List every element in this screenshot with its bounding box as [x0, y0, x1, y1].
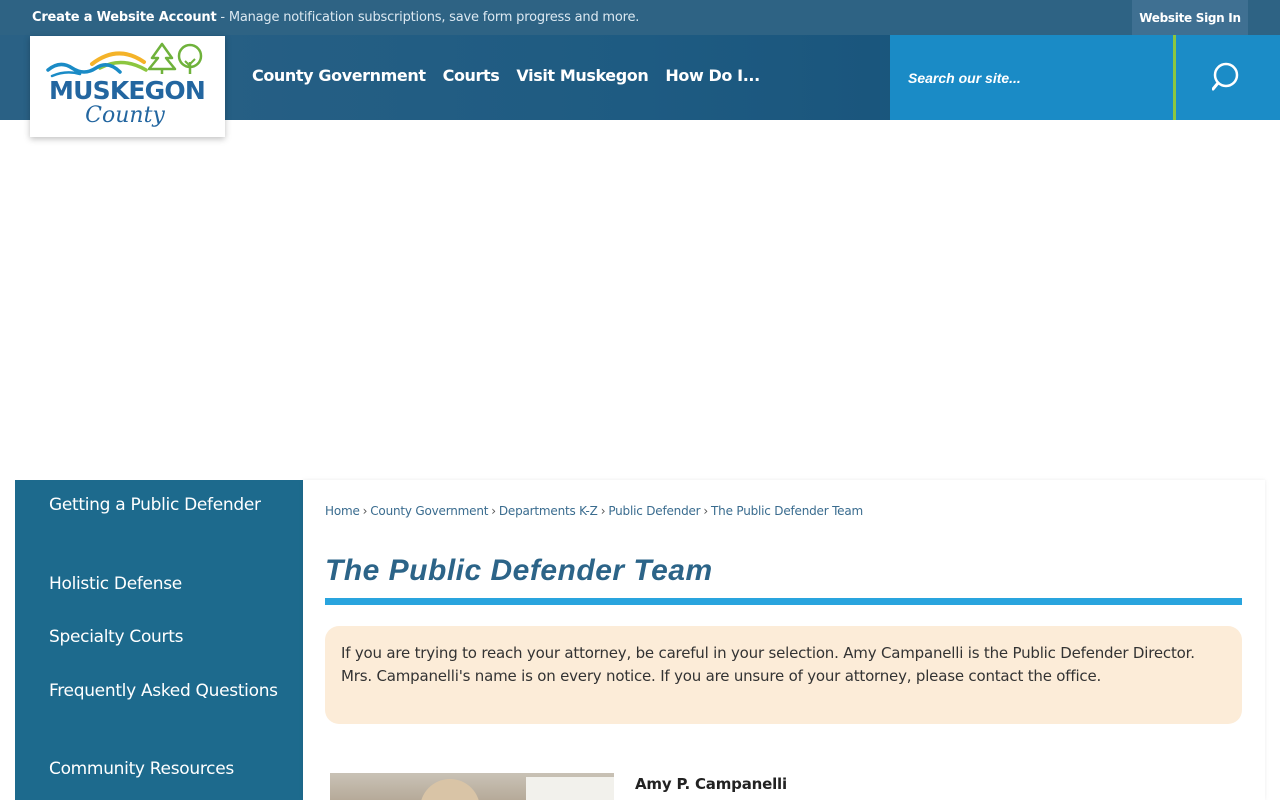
muskegon-county-logo[interactable]: MUSKEGON County	[30, 36, 225, 137]
logo-text-county: County	[85, 103, 165, 128]
account-bar: Create a Website Account - Manage notifi…	[0, 0, 1280, 35]
breadcrumb-separator: ›	[491, 504, 496, 518]
create-account-link[interactable]: Create a Website Account	[32, 10, 217, 25]
breadcrumb-separator: ›	[600, 504, 606, 518]
main-content: Home › County Government › Departments K-Z › P…	[303, 480, 1265, 800]
staff-photo	[330, 773, 614, 800]
nav-county-government[interactable]: County Government	[252, 66, 426, 85]
breadcrumb-departments-k-z[interactable]: Departments K-Z	[499, 504, 598, 518]
title-underline	[325, 598, 1242, 605]
sidebar-item-getting-a-public-defender[interactable]: Getting a Public Defender	[49, 493, 289, 518]
website-sign-in-button[interactable]: Website Sign In	[1132, 0, 1248, 35]
photo-subject	[420, 779, 480, 800]
breadcrumb-separator: ›	[703, 504, 709, 518]
breadcrumb-home[interactable]: Home	[325, 504, 360, 518]
photo-background-sign	[526, 777, 614, 800]
sidebar-item-faq[interactable]: Frequently Asked Questions	[49, 679, 289, 704]
nav-courts[interactable]: Courts	[443, 66, 500, 85]
staff-name: Amy P. Campanelli	[635, 775, 787, 793]
nav-visit-muskegon[interactable]: Visit Muskegon	[516, 66, 648, 85]
main-navigation: County Government Courts Visit Muskegon …	[252, 66, 760, 85]
sidebar-nav: Getting a Public Defender Holistic Defen…	[15, 480, 303, 800]
page-title: The Public Defender Team	[325, 554, 713, 587]
sidebar-item-community-resources[interactable]: Community Resources	[49, 757, 289, 782]
breadcrumb-current-page: The Public Defender Team	[711, 504, 863, 518]
sidebar-item-holistic-defense[interactable]: Holistic Defense	[49, 572, 289, 597]
logo-text-muskegon: MUSKEGON	[49, 76, 205, 105]
nav-how-do-i[interactable]: How Do I...	[665, 66, 760, 85]
sidebar-item-specialty-courts[interactable]: Specialty Courts	[49, 625, 289, 650]
search-icon	[1212, 62, 1239, 90]
create-account-message: Create a Website Account - Manage notifi…	[32, 10, 639, 25]
breadcrumb: Home › County Government › Departments K-Z › P…	[325, 504, 863, 518]
breadcrumb-public-defender[interactable]: Public Defender	[608, 504, 700, 518]
breadcrumb-separator: ›	[362, 504, 368, 518]
search-button[interactable]	[1176, 35, 1280, 120]
site-search	[890, 35, 1175, 120]
logo-graphic: MUSKEGON County	[46, 42, 206, 128]
create-account-description: - Manage notification subscriptions, sav…	[216, 10, 640, 25]
attorney-notice: If you are trying to reach your attorney…	[325, 626, 1242, 724]
breadcrumb-county-government[interactable]: County Government	[370, 504, 488, 518]
search-input[interactable]	[908, 65, 1158, 91]
